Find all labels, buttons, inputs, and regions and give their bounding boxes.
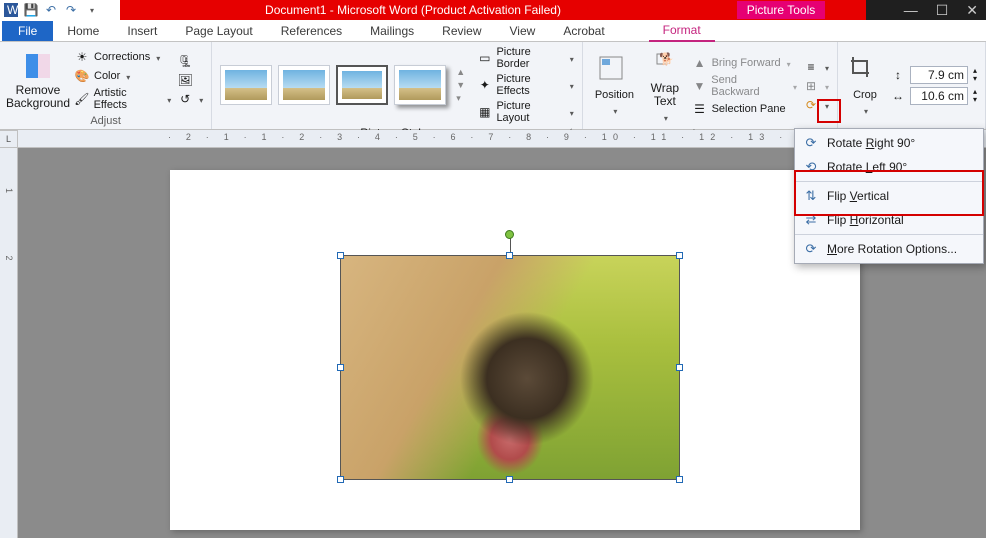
selected-picture[interactable]: [340, 255, 680, 480]
ribbon: RemoveBackground ☀Corrections 🎨Color 🖌Ar…: [0, 42, 986, 130]
picture-effects-button[interactable]: ✦Picture Effects: [477, 73, 574, 97]
maximize-icon[interactable]: ☐: [936, 2, 949, 19]
rotation-handle[interactable]: [505, 230, 514, 239]
resize-handle[interactable]: [337, 252, 344, 259]
picture-tools-label: Picture Tools: [737, 1, 825, 19]
position-button[interactable]: Position: [591, 53, 638, 119]
group-picture-styles: ▲ ▼ ▾ ▭Picture Border ✦Picture Effects ▦…: [212, 42, 583, 129]
gallery-down-icon[interactable]: ▼: [456, 80, 465, 90]
group-adjust: RemoveBackground ☀Corrections 🎨Color 🖌Ar…: [0, 42, 212, 129]
redo-icon[interactable]: ↷: [64, 3, 78, 17]
style-thumb[interactable]: [394, 65, 446, 105]
svg-text:W: W: [7, 3, 18, 17]
adjust-group-label: Adjust: [8, 113, 203, 129]
group-button[interactable]: ⊞: [803, 78, 829, 94]
more-rotation-options-item[interactable]: ⟳ More Rotation Options...: [795, 237, 983, 261]
minimize-icon[interactable]: —: [904, 2, 918, 18]
corrections-button[interactable]: ☀Corrections: [74, 49, 171, 65]
artistic-effects-button[interactable]: 🖌Artistic Effects: [74, 87, 171, 111]
compress-pictures-button[interactable]: 🗜: [177, 53, 203, 69]
save-icon[interactable]: 💾: [24, 3, 38, 17]
tab-review[interactable]: Review: [428, 21, 495, 41]
tab-mailings[interactable]: Mailings: [356, 21, 428, 41]
titlebar: W 💾 ↶ ↷ Document1 - Microsoft Word (Prod…: [0, 0, 986, 20]
tab-view[interactable]: View: [496, 21, 550, 41]
change-picture-button[interactable]: 🖼: [177, 72, 203, 88]
resize-handle[interactable]: [337, 476, 344, 483]
qat-dropdown-icon[interactable]: [84, 3, 98, 17]
resize-handle[interactable]: [676, 476, 683, 483]
remove-background-button[interactable]: RemoveBackground: [8, 48, 68, 112]
svg-text:🐕: 🐕: [659, 52, 674, 66]
flip-horizontal-item[interactable]: ⇄ Flip Horizontal: [795, 208, 983, 232]
window-controls: — ☐ ✕: [866, 0, 986, 20]
ruler-corner: L: [0, 130, 18, 148]
resize-handle[interactable]: [676, 364, 683, 371]
picture-border-button[interactable]: ▭Picture Border: [477, 46, 574, 70]
word-icon: W: [4, 3, 18, 17]
vertical-ruler[interactable]: [0, 148, 18, 538]
resize-handle[interactable]: [506, 476, 513, 483]
rotate-left-icon: ⟲: [803, 159, 819, 175]
tab-home[interactable]: Home: [53, 21, 113, 41]
resize-handle[interactable]: [506, 252, 513, 259]
rotate-left-90-item[interactable]: ⟲ Rotate Left 90°: [795, 155, 983, 179]
resize-handle[interactable]: [676, 252, 683, 259]
picture-content: [341, 256, 679, 479]
group-size: Crop ↕7.9 cm▴▾ ↔10.6 cm▴▾ Size◢: [838, 42, 986, 129]
reset-picture-button[interactable]: ↺: [177, 91, 203, 107]
flip-vertical-item[interactable]: ⇅ Flip Vertical: [795, 184, 983, 208]
bring-forward-button[interactable]: ▲Bring Forward: [692, 55, 797, 71]
style-thumb[interactable]: [336, 65, 388, 105]
flip-horizontal-icon: ⇄: [803, 212, 819, 228]
undo-icon[interactable]: ↶: [44, 3, 58, 17]
document-title: Document1 - Microsoft Word (Product Acti…: [120, 0, 706, 20]
more-options-icon: ⟳: [803, 241, 819, 257]
style-gallery[interactable]: [220, 65, 446, 105]
close-icon[interactable]: ✕: [966, 2, 978, 19]
titlebar-spacer: [856, 0, 866, 20]
picture-tools-tabgroup: Picture Tools: [706, 0, 856, 20]
selection-pane-button[interactable]: ☰Selection Pane: [692, 101, 797, 117]
rotate-dropdown-menu: ⟳ Rotate Right 90° ⟲ Rotate Left 90° ⇅ F…: [794, 128, 984, 264]
width-field[interactable]: ↔10.6 cm▴▾: [890, 87, 977, 105]
picture-layout-button[interactable]: ▦Picture Layout: [477, 100, 574, 124]
quick-access-toolbar: W 💾 ↶ ↷: [0, 0, 120, 20]
rotate-button[interactable]: ⟳: [803, 97, 829, 113]
gallery-up-icon[interactable]: ▲: [456, 67, 465, 77]
resize-handle[interactable]: [337, 364, 344, 371]
tab-format[interactable]: Format: [649, 20, 715, 42]
tab-page-layout[interactable]: Page Layout: [171, 21, 266, 41]
ribbon-tabs: File Home Insert Page Layout References …: [0, 20, 986, 42]
tab-acrobat[interactable]: Acrobat: [549, 21, 618, 41]
rotate-right-icon: ⟳: [803, 135, 819, 151]
send-backward-button[interactable]: ▼Send Backward: [692, 74, 797, 98]
style-thumb[interactable]: [220, 65, 272, 105]
flip-vertical-icon: ⇅: [803, 188, 819, 204]
height-field[interactable]: ↕7.9 cm▴▾: [890, 66, 977, 84]
style-thumb[interactable]: [278, 65, 330, 105]
color-button[interactable]: 🎨Color: [74, 68, 171, 84]
align-button[interactable]: ≡: [803, 59, 829, 75]
rotate-right-90-item[interactable]: ⟳ Rotate Right 90°: [795, 131, 983, 155]
gallery-more-icon[interactable]: ▾: [456, 93, 465, 104]
file-tab[interactable]: File: [2, 21, 53, 41]
crop-button[interactable]: Crop: [846, 53, 884, 119]
tab-references[interactable]: References: [267, 21, 356, 41]
group-arrange: Position 🐕 WrapText ▲Bring Forward ▼Send…: [583, 42, 838, 129]
tab-insert[interactable]: Insert: [113, 21, 171, 41]
wrap-text-button[interactable]: 🐕 WrapText: [644, 46, 685, 126]
